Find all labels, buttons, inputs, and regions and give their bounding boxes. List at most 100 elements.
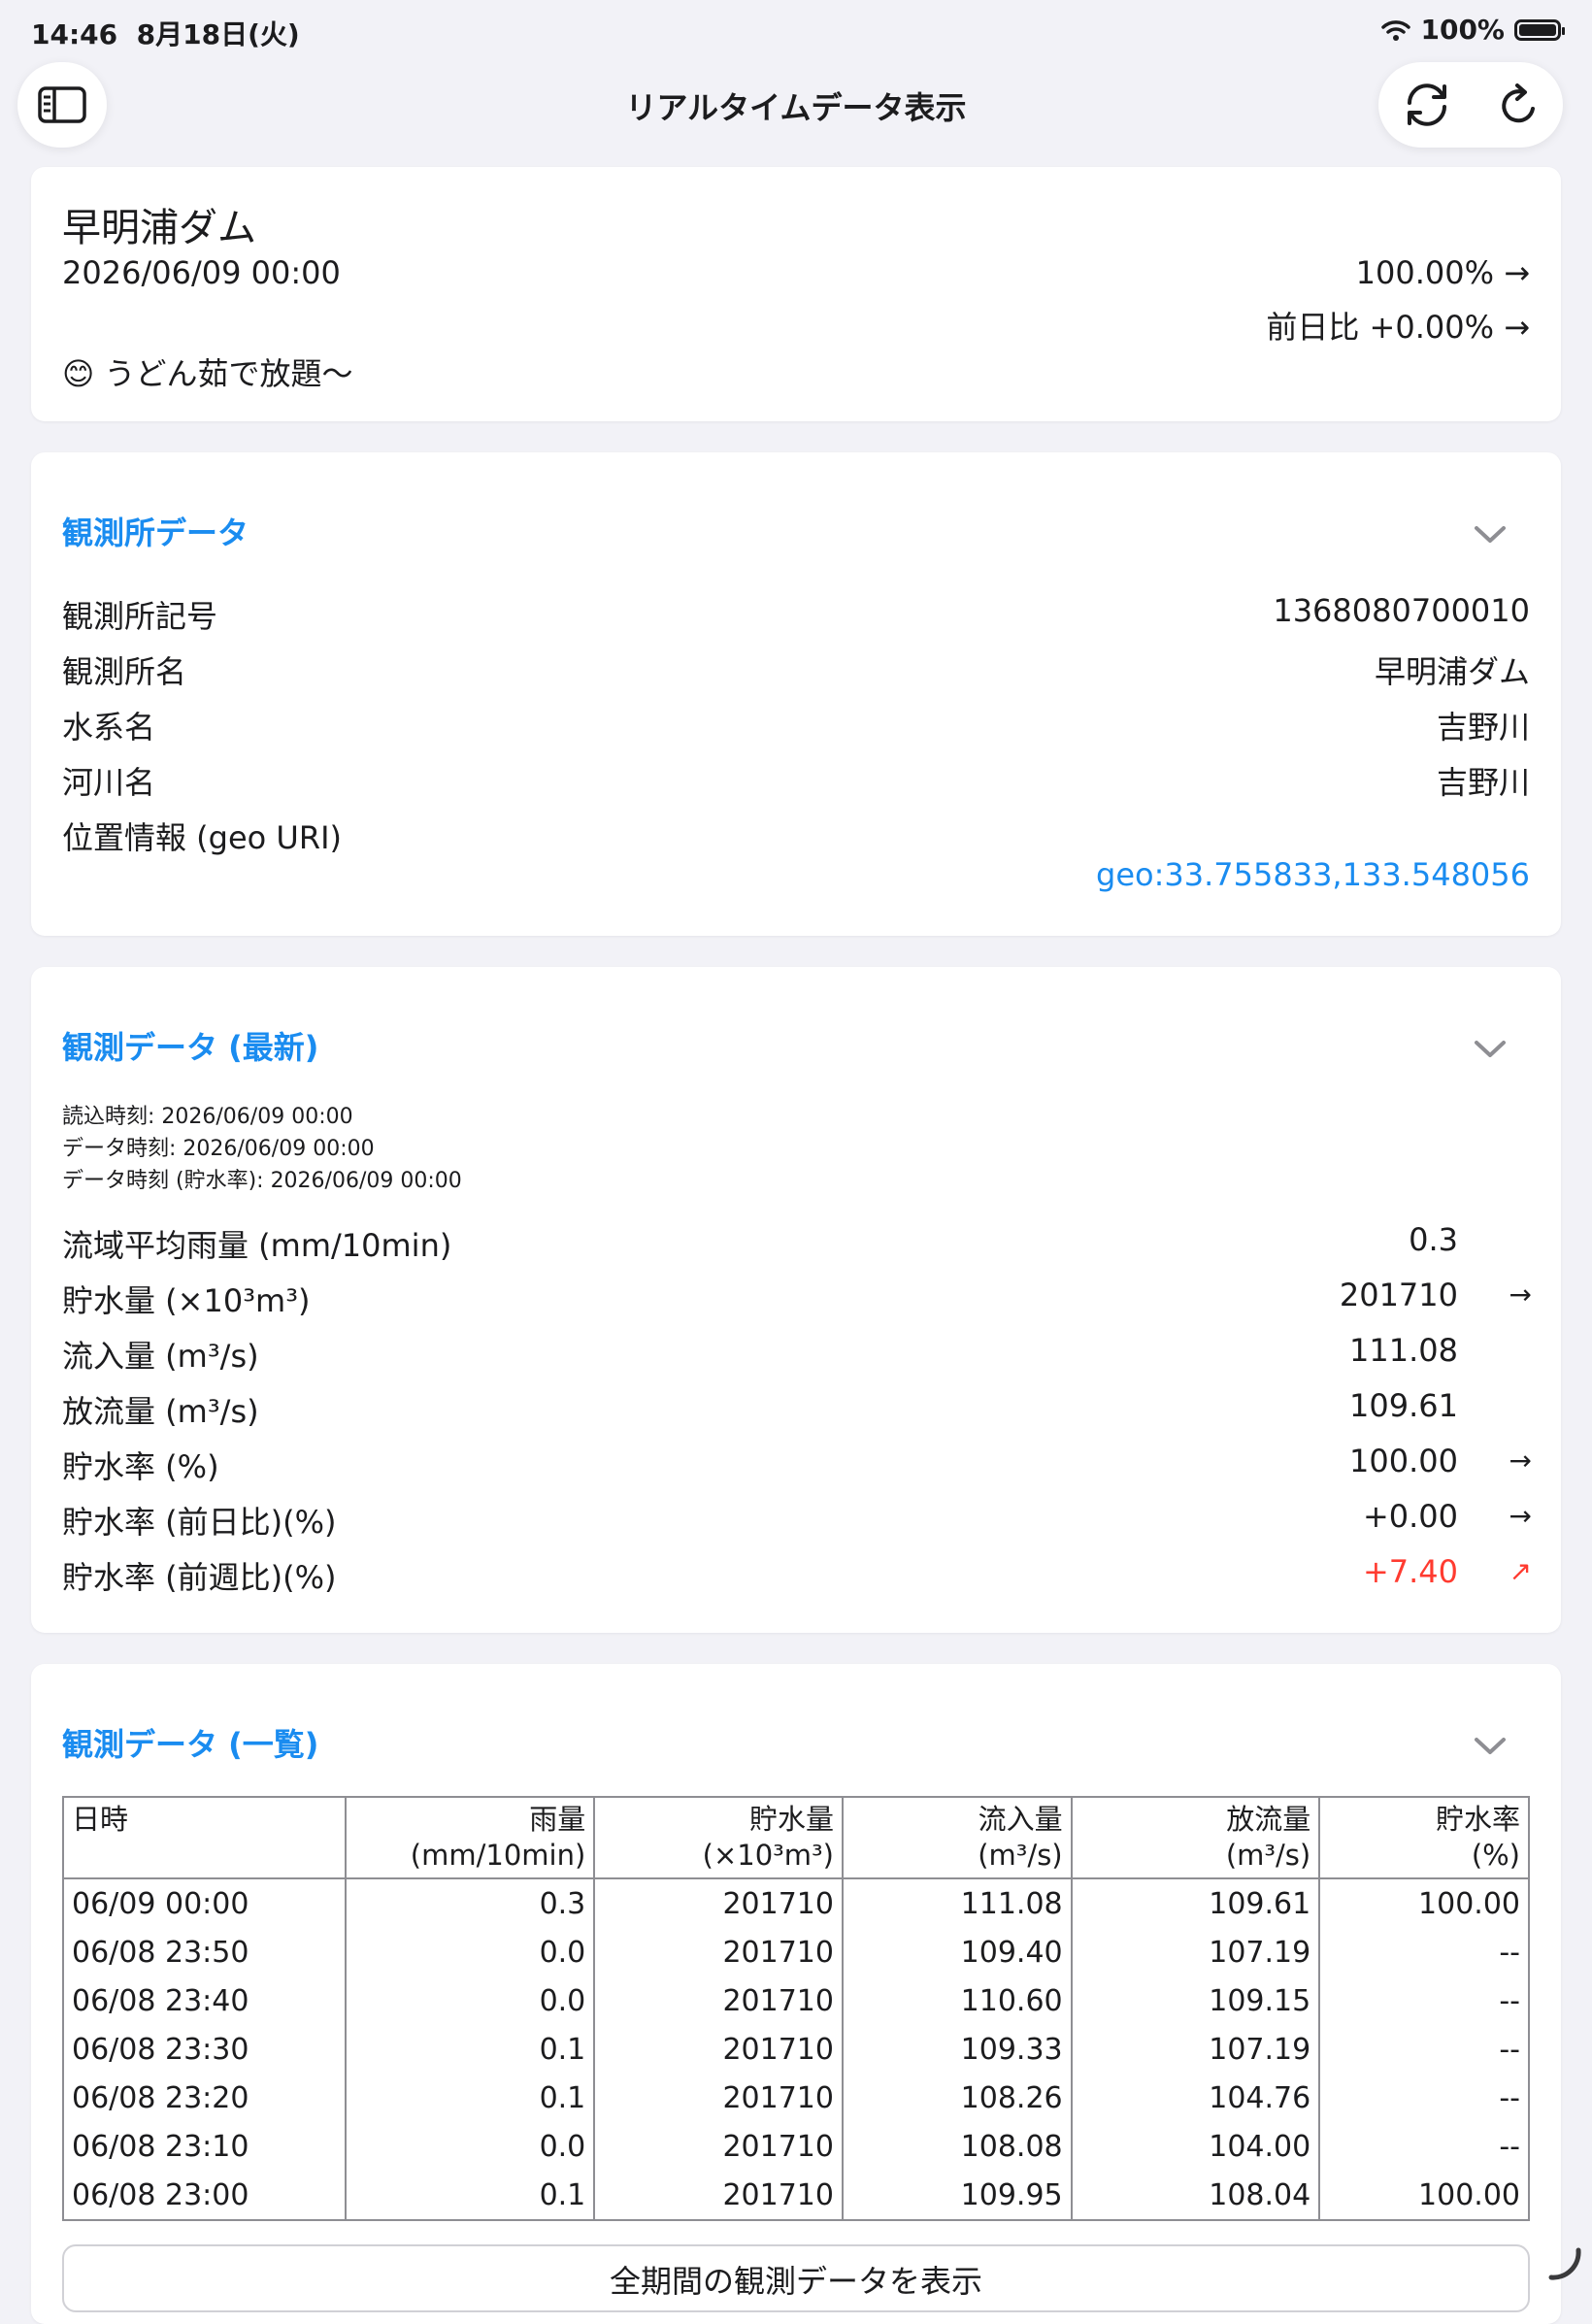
station-section-title[interactable]: 観測所データ [62, 509, 249, 553]
battery-icon [1514, 18, 1565, 41]
station-card: 観測所データ 観測所記号 1368080700010 観測所名 早明浦ダム 水系名吉… [31, 452, 1561, 936]
cell-outflow: 107.19 [1070, 2025, 1321, 2074]
header-rate: 貯水率 (%) [1318, 1796, 1530, 1879]
cell-storage: 201710 [593, 2171, 844, 2221]
cell-datetime: 06/08 23:10 [61, 2122, 348, 2171]
station-row: 観測所記号 1368080700010 [62, 592, 1530, 635]
cell-inflow: 109.40 [841, 1928, 1073, 1976]
table-row: 06/09 00:00 0.3 201710 111.08 109.61 100.00 [61, 1878, 1530, 1928]
latest-value: +0.00 [1362, 1498, 1458, 1535]
status-time: 14:46 8月18日(火) [31, 18, 300, 50]
latest-value: 111.08 [1349, 1332, 1458, 1369]
reload-icon[interactable] [1498, 82, 1541, 128]
latest-data-card: 観測データ (最新) 読込時刻: 2026/06/09 00:00 データ時刻:… [31, 967, 1561, 1633]
cell-rain: 0.3 [345, 1878, 596, 1928]
scroll-indicator[interactable] [1547, 2246, 1582, 2281]
summary-datetime: 2026/06/09 00:00 [62, 254, 341, 291]
status-date: 8月18日(火) [136, 18, 300, 50]
wifi-icon [1381, 19, 1411, 41]
cell-inflow: 109.33 [841, 2025, 1073, 2074]
cell-storage: 201710 [593, 1928, 844, 1976]
cell-storage: 201710 [593, 1976, 844, 2025]
latest-value: 109.61 [1349, 1387, 1458, 1424]
status-bar: 14:46 8月18日(火) 100% [0, 0, 1592, 60]
header-rain: 雨量 (mm/10min) [345, 1796, 596, 1879]
show-all-data-button[interactable]: 全期間の観測データを表示 [62, 2244, 1530, 2312]
cell-rate: 100.00 [1318, 2171, 1530, 2221]
cell-rain: 0.1 [345, 2171, 596, 2221]
trend-up-icon: ↗ [1509, 1555, 1532, 1587]
battery-percent: 100% [1420, 14, 1505, 46]
observation-table: 日時 雨量 (mm/10min) 貯水量 (×10³m³) 流入量 (m³/s) 放流… [61, 1796, 1530, 2221]
cell-inflow: 108.08 [841, 2122, 1073, 2171]
read-time: 読込時刻: 2026/06/09 00:00 [62, 1105, 353, 1129]
latest-section-title[interactable]: 観測データ (最新) [62, 1023, 318, 1068]
cell-outflow: 107.19 [1070, 1928, 1321, 1976]
cell-datetime: 06/08 23:20 [61, 2074, 348, 2122]
dam-name: 早明浦ダム [62, 206, 256, 250]
cell-rate: 100.00 [1318, 1878, 1530, 1928]
geo-label: 位置情報 (geo URI) [62, 819, 342, 856]
cell-datetime: 06/08 23:40 [61, 1976, 348, 2025]
cell-inflow: 108.26 [841, 2074, 1073, 2122]
status-comment: 😊 うどん茹で放題〜 [62, 355, 353, 392]
latest-value: 100.00 [1349, 1443, 1458, 1479]
latest-row: 貯水量 (×10³m³) [62, 1282, 311, 1319]
trend-flat-icon: → [1504, 309, 1530, 346]
cell-outflow: 109.15 [1070, 1976, 1321, 2025]
cell-rate: -- [1318, 2122, 1530, 2171]
list-section-title[interactable]: 観測データ (一覧) [62, 1720, 318, 1765]
cell-outflow: 104.76 [1070, 2074, 1321, 2122]
status-right: 100% [1381, 14, 1565, 46]
latest-value: 0.3 [1409, 1221, 1458, 1258]
table-row: 06/08 23:50 0.0 201710 109.40 107.19 -- [61, 1928, 1530, 1976]
table-row: 06/08 23:20 0.1 201710 108.26 104.76 -- [61, 2074, 1530, 2122]
cell-rate: -- [1318, 1928, 1530, 1976]
cell-storage: 201710 [593, 2122, 844, 2171]
latest-row: 流入量 (m³/s) [62, 1338, 259, 1375]
trend-flat-icon: → [1509, 1444, 1532, 1477]
table-row: 06/08 23:10 0.0 201710 108.08 104.00 -- [61, 2122, 1530, 2171]
cell-outflow: 109.61 [1070, 1878, 1321, 1928]
chevron-down-icon[interactable] [1474, 1736, 1507, 1757]
cell-rain: 0.1 [345, 2074, 596, 2122]
chevron-down-icon[interactable] [1474, 524, 1507, 546]
latest-row: 貯水率 (%) [62, 1448, 219, 1485]
cell-datetime: 06/08 23:50 [61, 1928, 348, 1976]
latest-row: 貯水率 (前週比)(%) [62, 1559, 337, 1596]
navigation-bar: リアルタイムデータ表示 [0, 60, 1592, 167]
header-inflow: 流入量 (m³/s) [841, 1796, 1073, 1879]
table-row: 06/08 23:40 0.0 201710 110.60 109.15 -- [61, 1976, 1530, 2025]
data-time-rate: データ時刻 (貯水率): 2026/06/09 00:00 [62, 1169, 462, 1193]
latest-value: +7.40 [1362, 1553, 1458, 1590]
trend-flat-icon: → [1509, 1500, 1532, 1532]
station-row: 観測所名 早明浦ダム [62, 653, 1530, 690]
station-row: 河川名 吉野川 [62, 764, 1530, 801]
table-row: 06/08 23:00 0.1 201710 109.95 108.04 100.00 [61, 2171, 1530, 2221]
smile-emoji-icon: 😊 [62, 355, 95, 392]
header-datetime: 日時 [61, 1796, 348, 1879]
storage-rate: 100.00% → [1355, 254, 1530, 291]
cell-inflow: 110.60 [841, 1976, 1073, 2025]
cell-datetime: 06/08 23:00 [61, 2171, 348, 2221]
cell-rain: 0.0 [345, 2122, 596, 2171]
geo-uri-link[interactable]: geo:33.755833,133.548056 [1096, 856, 1530, 893]
cell-rain: 0.0 [345, 1928, 596, 1976]
cell-storage: 201710 [593, 1878, 844, 1928]
cell-storage: 201710 [593, 2074, 844, 2122]
header-storage: 貯水量 (×10³m³) [593, 1796, 844, 1879]
cell-storage: 201710 [593, 2025, 844, 2074]
trend-flat-icon: → [1509, 1278, 1532, 1311]
cell-datetime: 06/08 23:30 [61, 2025, 348, 2074]
cell-outflow: 108.04 [1070, 2171, 1321, 2221]
cell-rate: -- [1318, 2025, 1530, 2074]
sync-icon[interactable] [1402, 82, 1452, 128]
latest-row: 貯水率 (前日比)(%) [62, 1504, 337, 1541]
chevron-down-icon[interactable] [1474, 1039, 1507, 1060]
cell-datetime: 06/09 00:00 [61, 1878, 348, 1928]
cell-rate: -- [1318, 2074, 1530, 2122]
page-title: リアルタイムデータ表示 [625, 89, 967, 126]
table-row: 06/08 23:30 0.1 201710 109.33 107.19 -- [61, 2025, 1530, 2074]
station-row: 水系名 吉野川 [62, 709, 1530, 746]
latest-row: 放流量 (m³/s) [62, 1393, 259, 1430]
